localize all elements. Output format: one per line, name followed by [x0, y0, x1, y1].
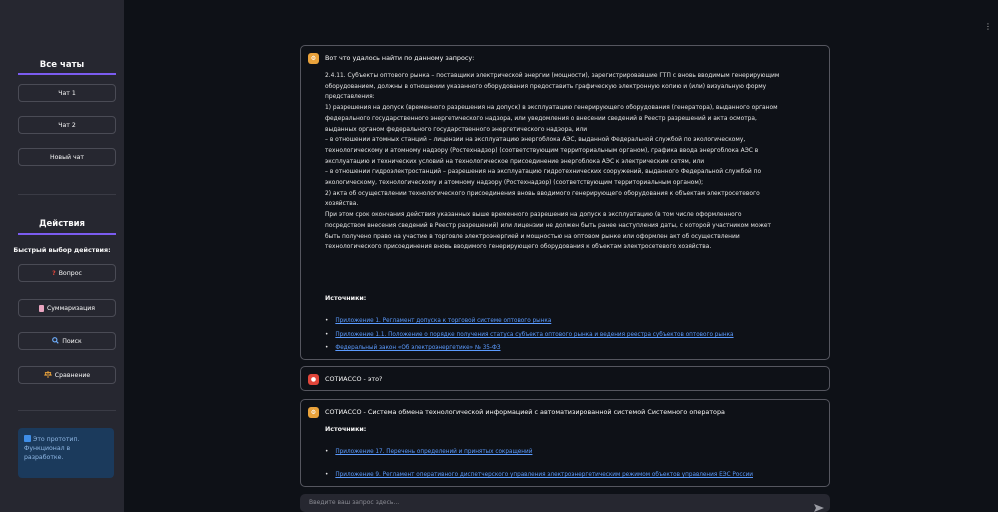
bot-avatar-icon: ⚙	[308, 407, 319, 418]
message-line: 1) разрешения на допуск (временного разр…	[325, 105, 778, 112]
message-lead: СОТИАССО - это?	[325, 375, 383, 383]
message-line: быть получено право на участие в торговл…	[325, 233, 740, 240]
summarize-button[interactable]: Суммаризация	[18, 299, 116, 317]
prototype-info-text: Это прототип. Функционал в разработке.	[24, 436, 80, 461]
new-chat-button[interactable]: Новый чат	[18, 148, 116, 166]
source-link[interactable]: Федеральный закон «Об электроэнергетике»…	[325, 345, 500, 351]
question-button[interactable]: ? Вопрос	[18, 264, 116, 282]
message-line: хозяйства.	[325, 201, 359, 208]
chats-header-underline	[18, 73, 116, 75]
message-line: – в отношении атомных станций – лицензии…	[325, 137, 746, 144]
search-icon	[52, 336, 59, 346]
message-line: 2) акта об осуществлении технологическог…	[325, 190, 760, 197]
message-line: экологическому, технологическому и атомн…	[325, 180, 704, 187]
sources-title: Источники:	[325, 426, 367, 433]
info-icon	[24, 435, 31, 442]
chat-input-bar[interactable]: Введите ваш запрос здесь...	[300, 494, 830, 512]
message-line: оборудованием, должны в отношении указан…	[325, 83, 767, 90]
message-line: представления:	[325, 94, 375, 101]
message-body: 2.4.11. Субъекты оптового рынка – постав…	[325, 71, 825, 253]
sources-title: Источники:	[325, 295, 367, 302]
message-line: эксплуатацию и технических условий на те…	[325, 158, 705, 165]
send-icon[interactable]	[814, 498, 824, 512]
message-line: посредством внесения сведений в Реестр р…	[325, 222, 771, 229]
actions-header-underline	[18, 233, 116, 235]
source-link[interactable]: Приложение 1. Регламент допуска к торгов…	[325, 318, 551, 324]
source-link[interactable]: Приложение 9. Регламент оперативного дис…	[325, 472, 753, 478]
message-line: – в отношении гидроэлектростанций – разр…	[325, 169, 762, 176]
chats-header: Все чаты	[39, 60, 85, 70]
question-icon: ?	[52, 269, 56, 277]
user-avatar-icon: ●	[308, 374, 319, 385]
source-link[interactable]: Приложение 17. Перечень определений и пр…	[325, 449, 532, 455]
message-lead: Вот что удалось найти по данному запросу…	[325, 54, 475, 62]
chat-button-1[interactable]: Чат 1	[18, 84, 116, 102]
message-line: 2.4.11. Субъекты оптового рынка – постав…	[325, 73, 780, 79]
more-options-icon[interactable]: ⋮	[984, 22, 992, 31]
assistant-message: ⚙ Вот что удалось найти по данному запро…	[300, 45, 830, 360]
chat-button-label: Новый чат	[49, 153, 84, 161]
message-line: федерального государственного энергетиче…	[325, 115, 757, 122]
message-line: При этом срок окончания действия указанн…	[325, 212, 742, 219]
message-lead: СОТИАССО - Система обмена технологическо…	[325, 408, 725, 416]
sidebar-divider	[18, 410, 116, 411]
user-message: ● СОТИАССО - это?	[300, 366, 830, 391]
compare-icon	[43, 370, 52, 380]
sidebar: Все чаты Чат 1 Чат 2 Новый чат Действия …	[0, 0, 124, 512]
chat-input[interactable]: Введите ваш запрос здесь...	[309, 499, 399, 506]
compare-button-label: Сравнение	[54, 371, 91, 379]
message-line: технологического присоединения вновь вво…	[325, 244, 712, 251]
message-line: технологическому и атомному надзору (Рос…	[325, 147, 759, 154]
compare-button[interactable]: Сравнение	[18, 366, 116, 384]
sidebar-divider	[18, 194, 116, 195]
chat-button-label: Чат 1	[58, 89, 76, 97]
message-line: выданных органом федерального государств…	[325, 126, 588, 133]
question-button-label: Вопрос	[58, 269, 82, 277]
chat-button-2[interactable]: Чат 2	[18, 116, 116, 134]
bot-avatar-icon: ⚙	[308, 53, 319, 64]
chat-button-label: Чат 2	[58, 121, 76, 129]
document-icon	[38, 304, 44, 312]
search-button[interactable]: Поиск	[18, 332, 116, 350]
assistant-message: ⚙ СОТИАССО - Система обмена технологичес…	[300, 399, 830, 487]
source-link[interactable]: Приложение 1.1. Положение о порядке полу…	[325, 332, 733, 338]
search-button-label: Поиск	[62, 337, 82, 345]
summarize-button-label: Суммаризация	[46, 304, 96, 312]
actions-header: Действия	[38, 219, 86, 229]
quick-action-label: Быстрый выбор действия:	[13, 246, 111, 254]
prototype-info-box: Это прототип. Функционал в разработке.	[18, 428, 114, 478]
